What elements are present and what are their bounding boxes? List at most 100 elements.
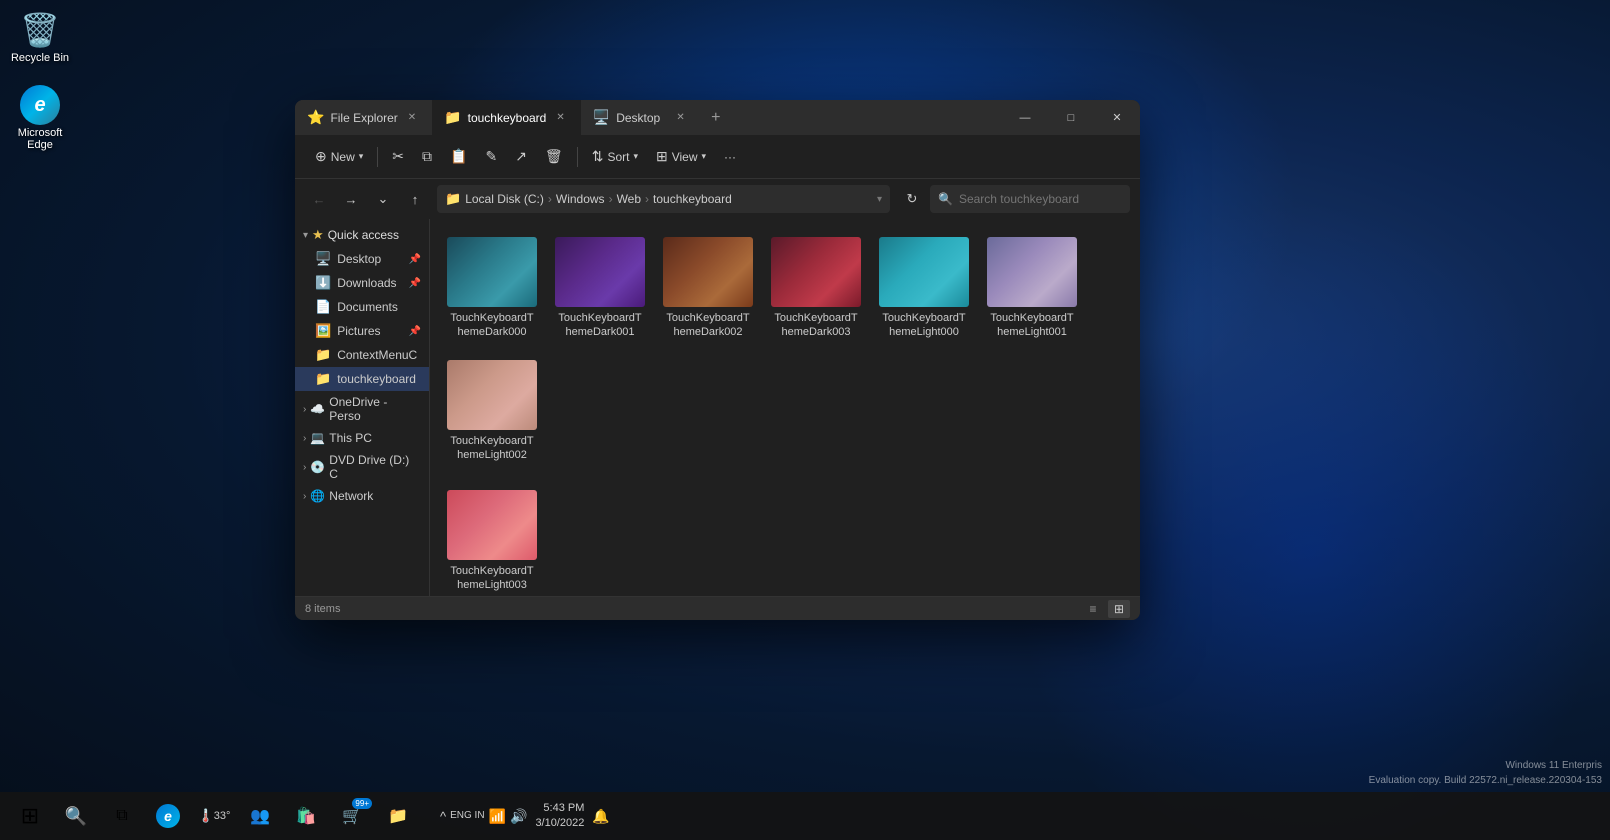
file-name-dark002: TouchKeyboardThemeDark002: [664, 311, 752, 340]
chevron-up-icon[interactable]: ^: [440, 809, 446, 824]
quick-access-label: Quick access: [328, 228, 399, 242]
search-input[interactable]: [959, 192, 1122, 206]
breadcrumb-part-2[interactable]: Windows: [556, 192, 605, 206]
tab-file-explorer-label: File Explorer: [330, 111, 397, 125]
recycle-bin-icon[interactable]: 🗑️ Recycle Bin: [5, 10, 75, 64]
view-button[interactable]: ⊞ View ▾: [648, 144, 714, 169]
quick-access-star-icon: ★: [312, 227, 324, 243]
file-item-dark003[interactable]: TouchKeyboardThemeDark003: [766, 231, 866, 346]
store-icon[interactable]: 🛍️: [284, 794, 328, 838]
item-count: 8 items: [305, 603, 340, 615]
onedrive-chevron-icon: ›: [303, 404, 306, 415]
clock[interactable]: 5:43 PM 3/10/2022: [535, 801, 584, 832]
start-button[interactable]: ⊞: [8, 794, 52, 838]
sort-button[interactable]: ⇅ Sort ▾: [584, 144, 646, 169]
tab-file-explorer-close[interactable]: ✕: [404, 110, 420, 125]
view-chevron-icon: ▾: [702, 151, 707, 162]
file-thumb-light001: [987, 237, 1077, 307]
file-item-light001[interactable]: TouchKeyboardThemeLight001: [982, 231, 1082, 346]
add-tab-button[interactable]: +: [701, 100, 731, 135]
tab-desktop[interactable]: 🖥️ Desktop ✕: [581, 100, 701, 135]
desktop-pin-icon: 📌: [409, 254, 421, 265]
sidebar-item-downloads[interactable]: ⬇️ Downloads 📌: [295, 271, 429, 295]
back-button[interactable]: ←: [305, 185, 333, 213]
edge-taskbar-icon[interactable]: e: [146, 794, 190, 838]
file-item-light002[interactable]: TouchKeyboardThemeLight002: [442, 354, 542, 469]
breadcrumb-part-3[interactable]: Web: [617, 192, 641, 206]
file-item-dark002[interactable]: TouchKeyboardThemeDark002: [658, 231, 758, 346]
task-view-button[interactable]: ⧉: [100, 794, 144, 838]
sidebar: ▾ ★ Quick access 🖥️ Desktop 📌 ⬇️ Downloa…: [295, 219, 430, 596]
file-thumb-dark000: [447, 237, 537, 307]
teams-icon[interactable]: 👥: [238, 794, 282, 838]
sidebar-item-pictures[interactable]: 🖼️ Pictures 📌: [295, 319, 429, 343]
edge-desktop-icon[interactable]: e MicrosoftEdge: [5, 85, 75, 151]
close-button[interactable]: ✕: [1094, 100, 1140, 135]
weather-icon[interactable]: 🌡️33°: [192, 794, 236, 838]
file-item-light003[interactable]: TouchKeyboardThemeLight003: [442, 484, 542, 596]
copy-button[interactable]: ⧉: [414, 144, 440, 169]
search-button[interactable]: 🔍: [54, 794, 98, 838]
sidebar-item-documents[interactable]: 📄 Documents: [295, 295, 429, 319]
sidebar-item-contextmenu-label: ContextMenuC: [337, 348, 417, 362]
sidebar-item-touchkeyboard[interactable]: 📁 touchkeyboard: [295, 367, 429, 391]
store2-icon[interactable]: 🛒99+: [330, 794, 374, 838]
sidebar-item-this-pc[interactable]: › 💻 This PC: [295, 427, 429, 449]
cut-button[interactable]: ✂: [384, 144, 412, 169]
recycle-bin-label: Recycle Bin: [11, 52, 69, 64]
breadcrumb[interactable]: 📁 Local Disk (C:) › Windows › Web › touc…: [437, 185, 890, 213]
sidebar-item-desktop[interactable]: 🖥️ Desktop 📌: [295, 247, 429, 271]
volume-tray-icon[interactable]: 🔊: [510, 808, 527, 825]
content-area: ▾ ★ Quick access 🖥️ Desktop 📌 ⬇️ Downloa…: [295, 219, 1140, 596]
refresh-button[interactable]: ↻: [898, 185, 926, 213]
file-grid: TouchKeyboardThemeDark000 TouchKeyboardT…: [430, 219, 1140, 596]
new-chevron-icon: ▾: [359, 151, 364, 162]
toolbar: ⊕ New ▾ ✂ ⧉ 📋 ✎ ↗ 🗑 ⇅ Sort ▾ ⊞: [295, 135, 1140, 179]
more-button[interactable]: ···: [716, 146, 744, 168]
new-icon: ⊕: [315, 148, 327, 165]
new-button[interactable]: ⊕ New ▾: [307, 144, 371, 169]
taskbar-icons: ⊞ 🔍 ⧉ e 🌡️33° 👥 🛍️ 🛒99+ 📁: [0, 794, 428, 838]
breadcrumb-folder-icon: 📁: [445, 191, 461, 207]
tab-touchkeyboard-close[interactable]: ✕: [552, 110, 568, 125]
breadcrumb-part-1[interactable]: Local Disk (C:): [465, 192, 544, 206]
delete-button[interactable]: 🗑: [537, 144, 571, 169]
breadcrumb-sep-3: ›: [645, 192, 649, 206]
sidebar-item-network[interactable]: › 🌐 Network: [295, 485, 429, 507]
sidebar-quick-access-header[interactable]: ▾ ★ Quick access: [295, 223, 429, 247]
breadcrumb-sep-2: ›: [609, 192, 613, 206]
tab-file-explorer-icon: ⭐: [307, 109, 324, 126]
toolbar-sep-2: [577, 147, 578, 167]
search-bar[interactable]: 🔍: [930, 185, 1130, 213]
tab-touchkeyboard-label: touchkeyboard: [468, 111, 547, 125]
list-view-button[interactable]: ≡: [1082, 600, 1104, 618]
sidebar-item-onedrive[interactable]: › ☁️ OneDrive - Perso: [295, 391, 429, 427]
network-chevron-icon: ›: [303, 491, 306, 502]
file-item-dark000[interactable]: TouchKeyboardThemeDark000: [442, 231, 542, 346]
toolbar-sep-1: [377, 147, 378, 167]
maximize-button[interactable]: □: [1048, 100, 1094, 135]
tab-file-explorer[interactable]: ⭐ File Explorer ✕: [295, 100, 432, 135]
tab-desktop-icon: 🖥️: [593, 109, 610, 126]
network-tray-icon[interactable]: 📶: [489, 808, 506, 825]
tab-touchkeyboard[interactable]: 📁 touchkeyboard ✕: [432, 100, 581, 135]
up-button[interactable]: ↑: [401, 185, 429, 213]
notification-icon[interactable]: 🔔: [592, 808, 609, 825]
share-button[interactable]: ↗: [507, 144, 535, 169]
breadcrumb-part-4[interactable]: touchkeyboard: [653, 192, 732, 206]
recent-button[interactable]: ⌄: [369, 185, 397, 213]
paste-button[interactable]: 📋: [442, 144, 475, 169]
sidebar-item-contextmenu[interactable]: 📁 ContextMenuC: [295, 343, 429, 367]
minimize-button[interactable]: —: [1002, 100, 1048, 135]
forward-button[interactable]: →: [337, 185, 365, 213]
grid-view-button[interactable]: ⊞: [1108, 600, 1130, 618]
rename-button[interactable]: ✎: [477, 144, 505, 169]
file-item-light000[interactable]: TouchKeyboardThemeLight000: [874, 231, 974, 346]
sidebar-item-desktop-label: Desktop: [337, 252, 381, 266]
file-explorer-taskbar-icon[interactable]: 📁: [376, 794, 420, 838]
view-label: View: [672, 150, 698, 164]
file-item-dark001[interactable]: TouchKeyboardThemeDark001: [550, 231, 650, 346]
tab-desktop-close[interactable]: ✕: [672, 110, 688, 125]
sidebar-item-dvd[interactable]: › 💿 DVD Drive (D:) C: [295, 449, 429, 485]
file-name-dark001: TouchKeyboardThemeDark001: [556, 311, 644, 340]
